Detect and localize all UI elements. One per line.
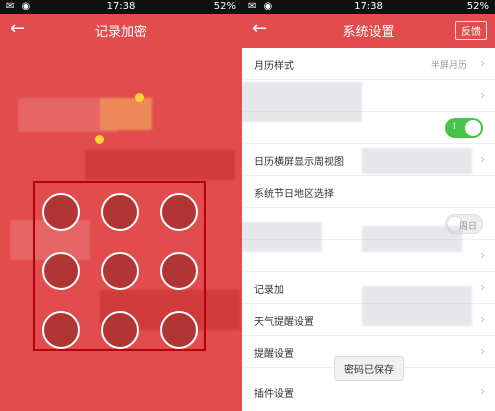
toast-message: 密码已保存 bbox=[334, 356, 404, 381]
status-icons: ✉ ◉ bbox=[248, 1, 275, 12]
chevron-right-icon: › bbox=[480, 344, 485, 358]
chevron-right-icon: › bbox=[480, 384, 485, 398]
chevron-right-icon: › bbox=[480, 312, 485, 326]
status-battery: 52% bbox=[466, 1, 489, 12]
settings-row-calendar-style[interactable]: 月历样式 半屏月历 › bbox=[242, 48, 495, 80]
pattern-dot[interactable] bbox=[42, 193, 80, 231]
settings-row-holiday-region[interactable]: 系统节日地区选择 bbox=[242, 176, 495, 208]
row-label: 月历样式 bbox=[254, 61, 294, 72]
blurred-region bbox=[85, 150, 235, 180]
status-bar: ✉ ◉ 17:38 52% bbox=[242, 0, 495, 14]
row-label: 系统节日地区选择 bbox=[254, 189, 334, 200]
status-time: 17:38 bbox=[354, 1, 383, 12]
status-bar: ✉ ◉ 17:38 52% bbox=[0, 0, 242, 14]
row-value: 半屏月历 bbox=[430, 61, 467, 71]
pattern-dot[interactable] bbox=[101, 252, 139, 290]
chevron-right-icon: › bbox=[480, 248, 485, 262]
system-settings-screen: ✉ ◉ 17:38 52% ← 系统设置 反馈 月历样式 半屏月历 › › I … bbox=[242, 0, 495, 411]
row-label: 日历横屏显示周视图 bbox=[254, 157, 344, 168]
pattern-lock-screen: ✉ ◉ 17:38 52% ← 记录加密 bbox=[0, 0, 242, 411]
blurred-region bbox=[242, 82, 362, 122]
blurred-region bbox=[362, 148, 472, 174]
row-label: 天气提醒设置 bbox=[254, 317, 314, 328]
toggle-switch[interactable]: I bbox=[445, 118, 483, 138]
pattern-dot[interactable] bbox=[101, 311, 139, 349]
toggle-knob bbox=[465, 120, 481, 136]
row-label: 插件设置 bbox=[254, 389, 294, 400]
toolbar: ← 系统设置 反馈 bbox=[242, 14, 495, 48]
chevron-right-icon: › bbox=[480, 56, 485, 70]
page-title: 记录加密 bbox=[94, 25, 147, 40]
pattern-dot[interactable] bbox=[42, 311, 80, 349]
blurred-region bbox=[362, 286, 472, 326]
yellow-dot-icon bbox=[135, 93, 144, 102]
status-icons: ✉ ◉ bbox=[6, 1, 33, 12]
pattern-dot[interactable] bbox=[101, 193, 139, 231]
chevron-right-icon: › bbox=[480, 88, 485, 102]
yellow-dot-icon bbox=[95, 135, 104, 144]
toggle-label: I bbox=[453, 122, 456, 132]
pattern-dot[interactable] bbox=[160, 193, 198, 231]
chevron-right-icon: › bbox=[480, 152, 485, 166]
feedback-button[interactable]: 反馈 bbox=[455, 21, 487, 40]
pattern-dot[interactable] bbox=[160, 252, 198, 290]
row-label: 提醒设置 bbox=[254, 349, 294, 360]
blurred-region bbox=[362, 226, 462, 252]
pattern-dot[interactable] bbox=[42, 252, 80, 290]
toolbar: ← 记录加密 bbox=[0, 14, 242, 48]
chevron-right-icon: › bbox=[480, 280, 485, 294]
row-label: 记录加 bbox=[254, 285, 284, 296]
pattern-dot[interactable] bbox=[160, 311, 198, 349]
blurred-region bbox=[100, 98, 152, 130]
blurred-region bbox=[242, 222, 322, 252]
status-battery: 52% bbox=[213, 1, 236, 12]
status-time: 17:38 bbox=[106, 1, 136, 12]
